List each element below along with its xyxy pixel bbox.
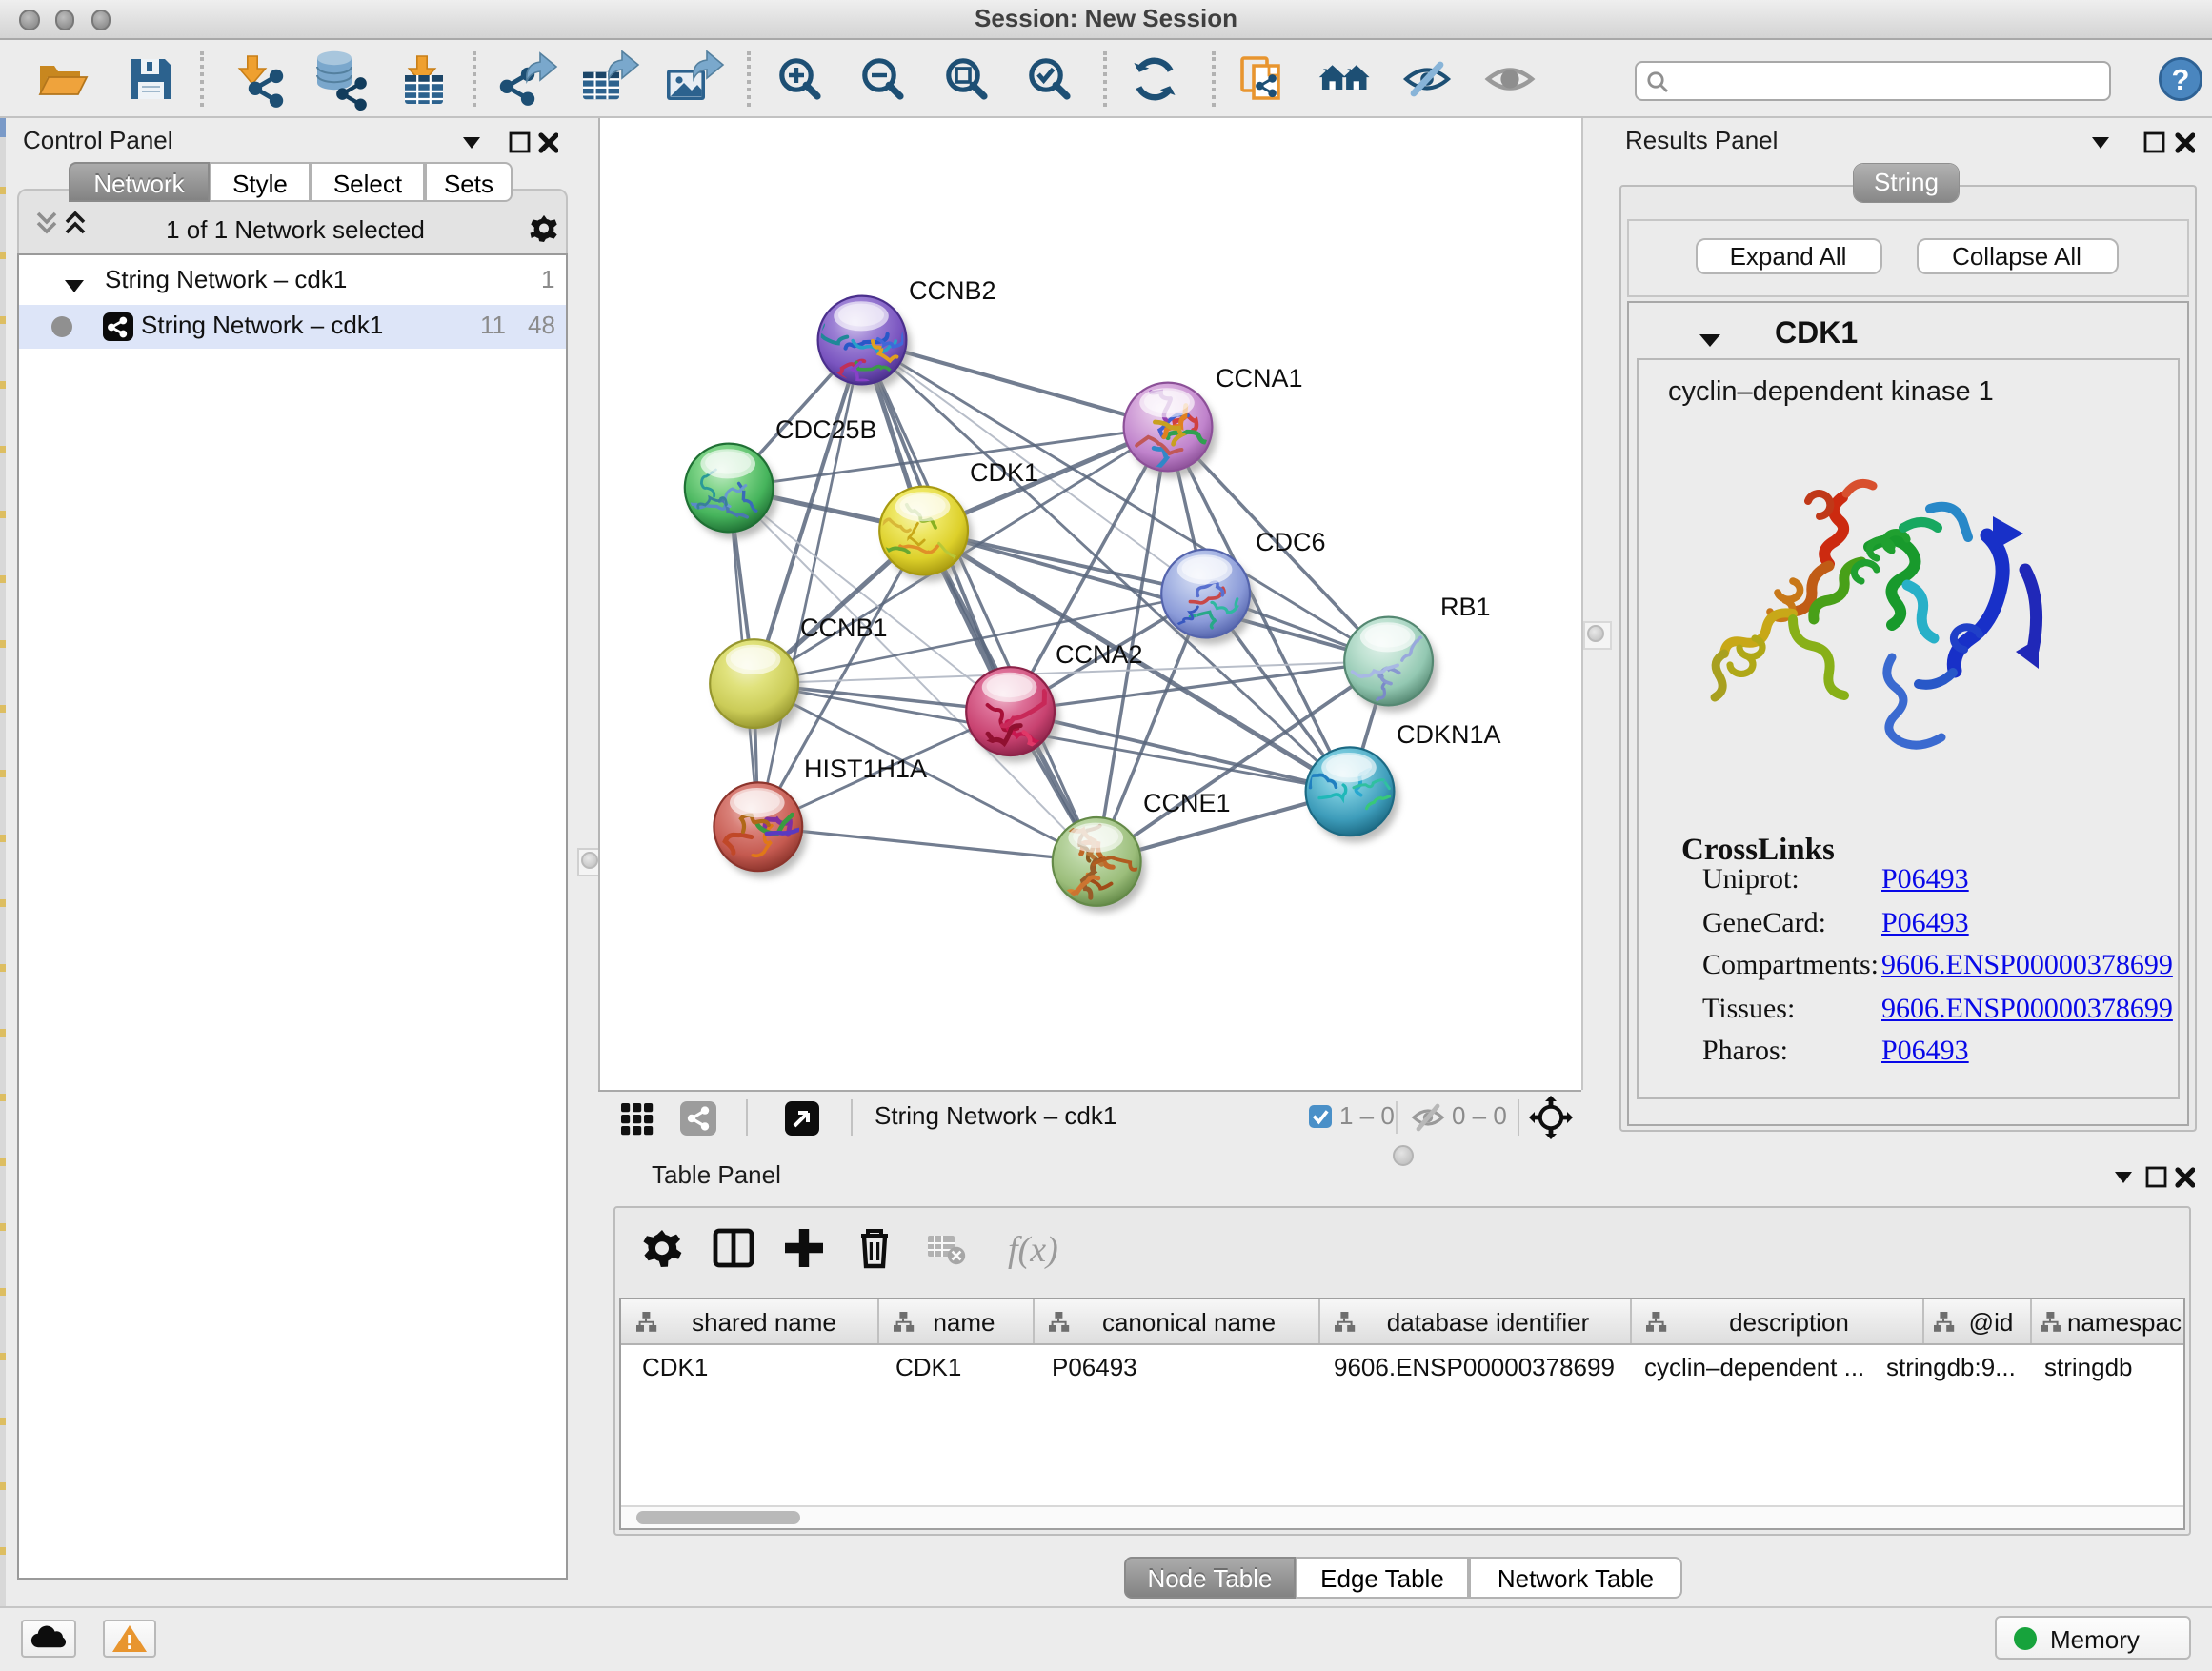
svg-text:database identifier: database identifier [1386,1308,1589,1337]
svg-text:stringdb:9...: stringdb:9... [1885,1353,2015,1381]
svg-text:canonical name: canonical name [1101,1308,1275,1337]
svg-text:RB1: RB1 [1440,593,1491,621]
svg-text:HIST1H1A: HIST1H1A [804,755,927,783]
svg-text:CCNB1: CCNB1 [800,614,888,642]
svg-text:9606.ENSP00000378699: 9606.ENSP00000378699 [1333,1353,1614,1381]
svg-text:namespac: namespac [2066,1308,2181,1337]
svg-text:CCNB2: CCNB2 [909,276,996,305]
svg-text:description: description [1728,1308,1848,1337]
svg-text:CDK1: CDK1 [895,1353,960,1381]
svg-text:name: name [932,1308,994,1337]
svg-text:CCNA2: CCNA2 [1056,640,1143,669]
svg-text:CDK1: CDK1 [970,458,1038,487]
svg-text:stringdb: stringdb [2043,1353,2132,1381]
svg-text:@id: @id [1968,1308,2013,1337]
svg-text:shared name: shared name [691,1308,835,1337]
svg-text:cyclin–dependent ...: cyclin–dependent ... [1643,1353,1863,1381]
svg-text:f(x): f(x) [1007,1230,1057,1270]
svg-text:CDK1: CDK1 [641,1353,707,1381]
svg-text:CDC25B: CDC25B [775,415,877,444]
svg-text:CDC6: CDC6 [1256,528,1326,556]
svg-text:?: ? [2172,63,2190,96]
svg-text:CDKN1A: CDKN1A [1397,720,1501,749]
svg-text:CCNE1: CCNE1 [1143,789,1231,817]
svg-text:CCNA1: CCNA1 [1216,364,1303,393]
svg-text:P06493: P06493 [1051,1353,1136,1381]
